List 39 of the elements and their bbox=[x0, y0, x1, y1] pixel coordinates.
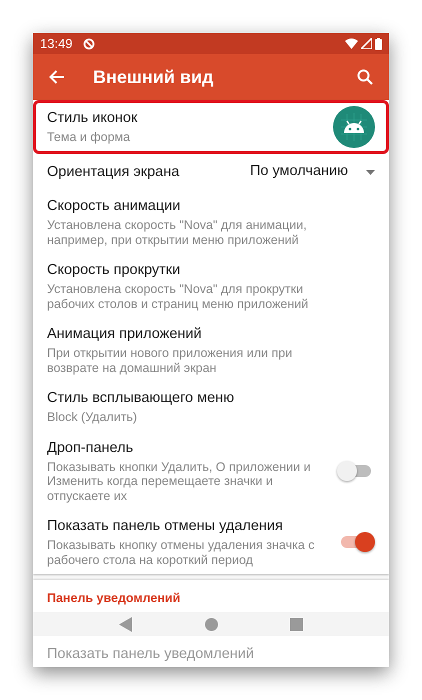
item-title: Показать панель отмены удаления bbox=[47, 517, 284, 536]
item-description: При открытии нового приложения или при возврате на домашний экран bbox=[47, 346, 294, 375]
item-title: Скорость анимации bbox=[47, 197, 182, 216]
battery-icon bbox=[375, 38, 382, 50]
item-title: Анимация приложений bbox=[47, 325, 203, 344]
settings-item[interactable]: Скорость прокрутки Установлена скорость "Nova" для прокрутки рабочих столов и страниц меню приложений bbox=[33, 254, 389, 318]
item-title: Ориентация экрана bbox=[47, 162, 180, 182]
settings-item[interactable]: Скорость анимации Установлена скорость "Nova" для анимации, например, при открытии меню приложений bbox=[33, 190, 389, 254]
screen-title: Внешний вид bbox=[93, 66, 214, 89]
item-description: Показывать кнопки Удалить, О приложении и Изменить когда перемещаете значки и отпускаете их bbox=[47, 460, 312, 503]
search-icon[interactable] bbox=[357, 69, 373, 85]
clock: 13:49 bbox=[40, 34, 73, 53]
settings-item[interactable]: Показать панель отмены удаления Показывать кнопку отмены удаления значка с рабочего стола на короткий период bbox=[33, 510, 389, 574]
settings-item[interactable]: Дроп-панель Показывать кнопки Удалить, О приложении и Изменить когда перемещаете значки и отпускаете их bbox=[33, 432, 389, 510]
item-description: Показывать кнопку отмены удаления значка с рабочего стола на короткий период bbox=[47, 538, 316, 567]
recents-icon[interactable] bbox=[290, 618, 303, 630]
section-header: Панель уведомлений bbox=[47, 591, 180, 605]
item-description: Установлена скорость "Nova" для прокрутки рабочих столов и страниц меню приложений bbox=[47, 282, 310, 311]
back-icon[interactable] bbox=[119, 616, 133, 632]
signal-icon bbox=[361, 38, 372, 49]
home-icon[interactable] bbox=[205, 618, 218, 630]
android-robot-icon bbox=[333, 106, 375, 148]
item-description: Установлена скорость "Nova" для анимации, например, при открытии меню приложений bbox=[47, 218, 308, 247]
wifi-icon bbox=[345, 38, 358, 49]
settings-item[interactable]: Стиль иконок Тема и форма bbox=[33, 100, 389, 154]
settings-item[interactable]: Анимация приложений При открытии нового приложения или при возврате на домашний экран bbox=[33, 318, 389, 382]
item-title: Показать панель уведомлений bbox=[47, 644, 255, 664]
item-title: Стиль иконок bbox=[47, 109, 138, 128]
item-title: Дроп-панель bbox=[47, 438, 134, 458]
item-description: Block (Удалить) bbox=[47, 410, 138, 424]
settings-item[interactable]: Стиль всплывающего меню Block (Удалить) bbox=[33, 382, 389, 432]
item-title: Стиль всплывающего меню bbox=[47, 389, 236, 408]
data-saver-icon bbox=[82, 38, 95, 50]
item-description: Тема и форма bbox=[47, 130, 132, 145]
dropdown-arrow-icon[interactable] bbox=[366, 170, 375, 174]
dropdown-value: По умолчанию bbox=[250, 162, 348, 182]
item-title: Скорость прокрутки bbox=[47, 261, 182, 280]
settings-item[interactable]: Ориентация экрана По умолчанию bbox=[33, 154, 389, 190]
back-arrow-icon[interactable] bbox=[49, 70, 65, 84]
